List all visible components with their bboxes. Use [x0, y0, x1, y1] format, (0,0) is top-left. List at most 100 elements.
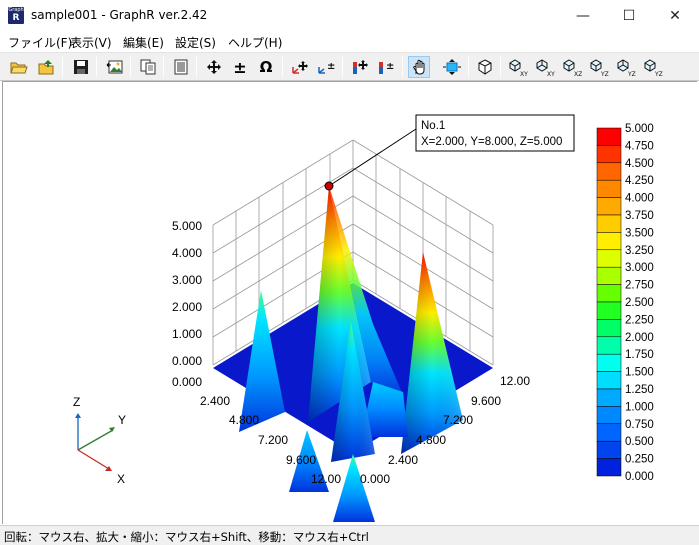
legend-label: 1.250	[625, 384, 654, 396]
status-text: 回転：マウス右、拡大・縮小：マウス右+Shift、移動：マウス右+Ctrl	[4, 530, 369, 544]
legend-swatch	[596, 179, 622, 198]
legend-swatch	[596, 214, 622, 233]
legend-label: 3.500	[625, 227, 654, 239]
window-title: sample001 - GraphR ver.2.42	[31, 8, 208, 22]
legend-label: 4.000	[625, 193, 654, 205]
axis-move-icon	[292, 61, 308, 74]
view-yz-alt-button[interactable]: YZ	[615, 56, 639, 78]
menu-edit[interactable]: 編集(E)	[123, 34, 164, 51]
cube-icon	[478, 59, 492, 75]
save-folder-button[interactable]	[36, 56, 58, 78]
legend-label: 1.500	[625, 367, 654, 379]
legend-swatch	[596, 284, 622, 303]
legend-swatch	[596, 440, 622, 459]
view-xy-alt-icon: XY	[536, 59, 555, 77]
view-xz-button[interactable]: XZ	[561, 56, 585, 78]
document-button[interactable]	[170, 56, 192, 78]
minimize-icon: —	[576, 7, 590, 24]
toolbar-separator	[342, 57, 343, 77]
axis-scale-button[interactable]: ±	[315, 56, 337, 78]
legend-label: 0.250	[625, 454, 654, 466]
toolbar-separator	[163, 57, 164, 77]
gizmo-z-label: Z	[73, 395, 80, 409]
legend-label: 2.250	[625, 314, 654, 326]
x-tick: 4.800	[229, 413, 259, 427]
svg-text:YZ: YZ	[600, 71, 609, 77]
legend-label: 2.500	[625, 297, 654, 309]
view-yz-button[interactable]: YZ	[588, 56, 612, 78]
toolbar-separator	[62, 57, 63, 77]
toolbar-separator	[196, 57, 197, 77]
legend-swatch	[596, 406, 622, 425]
axis-move-button[interactable]	[289, 56, 311, 78]
axis-gizmo: Z Y X	[73, 395, 126, 486]
copy-button[interactable]	[137, 56, 159, 78]
close-button[interactable]: ✕	[652, 0, 698, 31]
maximize-icon: ☐	[622, 7, 636, 24]
toolbar-separator	[402, 57, 403, 77]
view-3d-button[interactable]	[474, 56, 496, 78]
legend-label: 0.000	[625, 471, 654, 483]
export-image-button[interactable]	[104, 56, 126, 78]
view-yz-back-icon: YZ	[644, 59, 663, 77]
hand-tool-button[interactable]	[408, 56, 430, 78]
legend-label: 3.250	[625, 245, 654, 257]
legend-swatch	[596, 162, 622, 181]
close-icon: ✕	[669, 7, 681, 24]
peak-front	[333, 454, 375, 522]
surface-plot[interactable]: No.1 X=2.000, Y=8.000, Z=5.000 5.000 4.0…	[3, 82, 696, 523]
view-yz-alt-icon: YZ	[617, 59, 636, 77]
legend-label: 4.250	[625, 175, 654, 187]
svg-text:YZ: YZ	[654, 71, 663, 77]
legend-swatch	[596, 266, 622, 285]
legend-label: 2.000	[625, 332, 654, 344]
toolbar-separator	[96, 57, 97, 77]
menu-view[interactable]: 表示(V)	[70, 34, 112, 51]
move-button[interactable]	[203, 56, 225, 78]
chart-canvas[interactable]: No.1 X=2.000, Y=8.000, Z=5.000 5.000 4.0…	[2, 81, 697, 524]
legend-label: 3.000	[625, 262, 654, 274]
menu-help[interactable]: ヘルプ(H)	[228, 34, 282, 51]
axis-scale-icon: ±	[318, 61, 335, 74]
maximize-button[interactable]: ☐	[606, 0, 652, 31]
z-tick: 5.000	[172, 219, 202, 233]
scale-button[interactable]: ±	[229, 56, 251, 78]
minimize-button[interactable]: —	[560, 0, 606, 31]
view-yz-icon: YZ	[590, 59, 609, 77]
legend-label: 0.750	[625, 419, 654, 431]
view-xy-alt-button[interactable]: XY	[534, 56, 558, 78]
legend-swatch	[596, 301, 622, 320]
toolbar-separator	[282, 57, 283, 77]
color-scale-button[interactable]: ±	[375, 56, 397, 78]
tooltip-line2: X=2.000, Y=8.000, Z=5.000	[421, 136, 562, 148]
color-move-button[interactable]	[349, 56, 371, 78]
z-tick: 0.000	[172, 354, 202, 368]
x-tick: 2.400	[200, 394, 230, 408]
y-tick: 2.400	[388, 453, 418, 467]
fit-view-button[interactable]	[441, 56, 463, 78]
toolbar-separator	[468, 57, 469, 77]
svg-text:XY: XY	[520, 71, 528, 77]
x-tick: 12.00	[311, 472, 341, 486]
plus-minus-icon: ±	[233, 57, 247, 77]
y-tick: 9.600	[471, 394, 501, 408]
menu-file[interactable]: ファイル(F)	[8, 34, 72, 51]
save-button[interactable]	[70, 56, 92, 78]
color-legend: 5.000 4.750 4.500 4.250 4.000 3.750 3.500 3.250…	[596, 123, 654, 483]
gizmo-y-label: Y	[118, 413, 126, 427]
point-marker[interactable]	[324, 181, 334, 191]
svg-text:±: ±	[386, 61, 394, 72]
toolbar: ± Ω ± ± XY XY XZ YZ YZ YZ	[0, 52, 699, 81]
legend-swatch	[596, 127, 622, 146]
legend-swatch	[596, 197, 622, 216]
view-xy-button[interactable]: XY	[507, 56, 531, 78]
tooltip-leader	[328, 128, 417, 187]
menu-settings[interactable]: 設定(S)	[175, 34, 216, 51]
legend-label: 5.000	[625, 123, 654, 135]
color-scale-icon: ±	[379, 61, 394, 74]
open-folder-button[interactable]	[8, 56, 30, 78]
legend-label: 1.750	[625, 349, 654, 361]
rotate-button[interactable]: Ω	[255, 56, 277, 78]
color-move-icon	[353, 60, 368, 74]
view-yz-back-button[interactable]: YZ	[642, 56, 666, 78]
